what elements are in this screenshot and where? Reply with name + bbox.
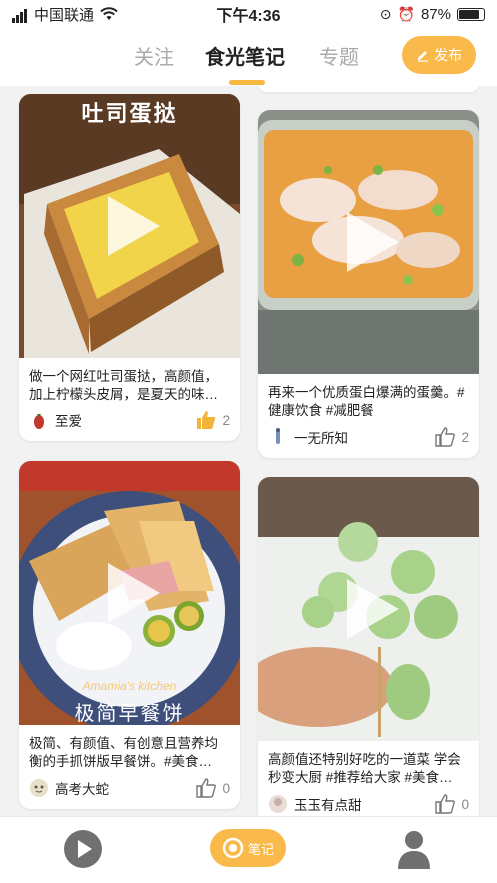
feed-card-partial[interactable] [258, 86, 479, 92]
wifi-icon [100, 7, 118, 20]
signal-bars-icon [12, 6, 28, 23]
nav-video[interactable] [63, 829, 103, 874]
battery-icon [457, 7, 485, 21]
bottom-nav: 笔记 [0, 816, 497, 883]
like-count: 0 [222, 780, 230, 796]
feed-card[interactable]: 吐司蛋挞 做一个网红吐司蛋挞，高颜值，加上柠檬头皮屑，是夏天的味… 至爱 2 [19, 94, 240, 441]
card-caption: 再来一个优质蛋白爆满的蛋羹。#健康饮食 #减肥餐 [268, 385, 465, 418]
author-name[interactable]: 一无所知 [294, 427, 435, 447]
thumbnail-title: 极简早餐饼 [74, 703, 185, 725]
tab-topics[interactable]: 专题 [319, 41, 359, 70]
lock-rotation-icon: ⊙ [379, 5, 392, 22]
active-tab-indicator [229, 80, 265, 85]
publish-label: 发布 [434, 47, 462, 63]
thumb-up-icon [196, 778, 217, 798]
thumbnail-title: 吐司蛋挞 [81, 101, 178, 126]
pencil-icon [418, 51, 428, 62]
like-button[interactable]: 2 [435, 427, 469, 447]
avatar[interactable] [29, 778, 49, 798]
avatar[interactable] [29, 410, 49, 430]
thumb-up-icon [435, 427, 456, 447]
author-name[interactable]: 玉玉有点甜 [294, 794, 435, 814]
card-caption: 极简、有颜值、有创意且营养均衡的手抓饼版早餐饼。#美食… [29, 736, 218, 769]
card-video-thumbnail[interactable]: Amamia's kitchen 极简早餐饼 [19, 461, 240, 725]
notes-feed[interactable]: 吐司蛋挞 做一个网红吐司蛋挞，高颜值，加上柠檬头皮屑，是夏天的味… 至爱 2 再… [0, 86, 497, 816]
feed-card[interactable]: 高颜值还特别好吃的一道菜 学会秒变大厨 #推荐给大家 #美食… 玉玉有点甜 0 [258, 477, 479, 816]
like-button[interactable]: 0 [435, 794, 469, 814]
card-video-thumbnail[interactable] [258, 110, 479, 374]
thumbnail-watermark: Amamia's kitchen [82, 679, 177, 693]
carrier-name: 中国联通 [34, 6, 95, 24]
battery-percent: 87% [420, 5, 451, 23]
thumb-up-icon [435, 794, 456, 814]
card-caption: 高颜值还特别好吃的一道菜 学会秒变大厨 #推荐给大家 #美食… [268, 752, 461, 785]
author-name[interactable]: 高考大蛇 [55, 778, 196, 798]
notes-icon [222, 837, 244, 859]
tab-food-notes[interactable]: 食光笔记 [205, 41, 285, 70]
like-button[interactable]: 0 [196, 778, 230, 798]
publish-button[interactable]: 发布 [402, 36, 476, 74]
feed-card[interactable]: Amamia's kitchen 极简早餐饼 极简、有颜值、有创意且营养均衡的手… [19, 461, 240, 809]
status-bar: 中国联通 下午4:36 ⊙ ⏰ 87% [0, 0, 497, 28]
video-play-icon [64, 830, 102, 868]
card-video-thumbnail[interactable]: 吐司蛋挞 [19, 94, 240, 358]
play-icon [346, 579, 399, 639]
avatar[interactable] [268, 794, 288, 814]
like-button[interactable]: 2 [196, 410, 230, 430]
card-video-thumbnail[interactable] [258, 477, 479, 741]
nav-profile[interactable] [396, 829, 432, 874]
play-icon [107, 196, 160, 256]
play-icon [346, 212, 399, 272]
user-icon [398, 831, 430, 869]
nav-notes[interactable]: 笔记 [210, 829, 286, 867]
top-nav: 关注 食光笔记 专题 发布 [0, 28, 497, 86]
like-count: 2 [461, 429, 469, 445]
avatar[interactable] [268, 427, 288, 447]
like-count: 2 [222, 412, 230, 428]
tab-follow[interactable]: 关注 [134, 41, 174, 70]
play-icon [107, 563, 160, 623]
nav-notes-label: 笔记 [247, 841, 274, 857]
author-name[interactable]: 至爱 [55, 410, 196, 430]
card-caption: 做一个网红吐司蛋挞，高颜值，加上柠檬头皮屑，是夏天的味… [29, 369, 218, 402]
like-count: 0 [461, 796, 469, 812]
feed-card[interactable]: 再来一个优质蛋白爆满的蛋羹。#健康饮食 #减肥餐 一无所知 2 [258, 110, 479, 458]
thumb-up-icon [197, 411, 216, 429]
alarm-icon: ⏰ [397, 5, 415, 22]
